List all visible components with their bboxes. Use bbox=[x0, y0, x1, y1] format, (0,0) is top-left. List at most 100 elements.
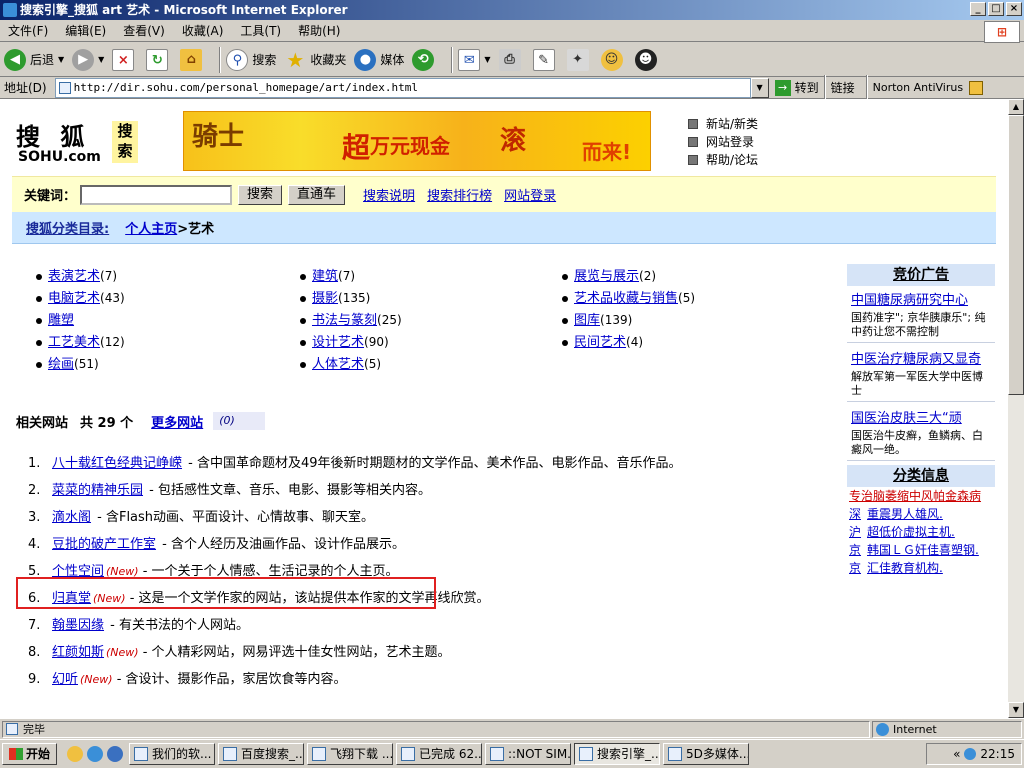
go-button[interactable]: → 转到 bbox=[774, 79, 819, 96]
start-button[interactable]: 开始 bbox=[2, 743, 58, 765]
edit-button[interactable]: ✎ bbox=[532, 46, 559, 74]
minimize-button[interactable]: _ bbox=[970, 2, 986, 16]
top-link-help-forum[interactable]: 帮助/论坛 bbox=[688, 151, 758, 169]
classified-link[interactable]: 汇佳教育机构. bbox=[867, 561, 943, 575]
refresh-button[interactable]: ↻ bbox=[146, 46, 172, 74]
ad-link[interactable]: 中医治疗糖尿病又显奇 bbox=[851, 352, 981, 367]
standard-toolbar: ◀ 后退 ▼ ▶ ▼ × ↻ ⌂ ⚲ 搜索 ★ 收藏夹 ● 媒体 ⟲ ✉ ▼ ⎙ ✎ … bbox=[0, 43, 1024, 77]
taskbar-item[interactable]: 我们的软... bbox=[129, 743, 216, 765]
category-item[interactable]: 民间艺术(4) bbox=[562, 331, 695, 353]
qq-button[interactable]: ☻ bbox=[634, 46, 661, 74]
category-item[interactable]: 摄影(135) bbox=[300, 287, 402, 309]
scroll-up-button[interactable]: ▲ bbox=[1008, 99, 1024, 115]
discuss-icon: ✦ bbox=[566, 48, 589, 71]
category-item[interactable]: 雕塑 bbox=[36, 309, 125, 331]
quick-launch-icon[interactable] bbox=[67, 746, 84, 762]
history-button[interactable]: ⟲ bbox=[412, 46, 438, 74]
site-link[interactable]: 豆批的破产工作室 bbox=[52, 537, 156, 552]
clock[interactable]: 22:15 bbox=[980, 747, 1015, 761]
category-item[interactable]: 图库(139) bbox=[562, 309, 695, 331]
site-link[interactable]: 翰墨因缘 bbox=[52, 618, 104, 633]
quick-launch-ie-icon[interactable] bbox=[87, 746, 104, 762]
top-link-new-sites[interactable]: 新站/新类 bbox=[688, 115, 758, 133]
keyword-input[interactable] bbox=[80, 184, 233, 205]
more-sites-link[interactable]: 更多网站 bbox=[151, 412, 203, 431]
category-item[interactable]: 工艺美术(12) bbox=[36, 331, 125, 353]
search-submit-button[interactable]: 搜索 bbox=[238, 184, 283, 205]
address-dropdown-button[interactable]: ▼ bbox=[750, 77, 769, 98]
breadcrumb-personal-homepage[interactable]: 个人主页 bbox=[125, 218, 177, 237]
address-input[interactable]: http://dir.sohu.com/personal_homepage/ar… bbox=[54, 77, 751, 98]
taskbar-item[interactable]: 飞翔下载 ... bbox=[307, 743, 394, 765]
site-link[interactable]: 滴水阁 bbox=[52, 510, 91, 525]
classified-link[interactable]: 专治脑萎缩中风帕金森病 bbox=[849, 489, 981, 503]
menu-view[interactable]: 查看(V) bbox=[123, 22, 165, 39]
classified-link[interactable]: 韩国ＬＧ奸佳喜塑钢. bbox=[867, 543, 979, 557]
search-ranking-link[interactable]: 搜索排行榜 bbox=[427, 185, 492, 204]
taskbar-item[interactable]: ::NOT SIM... bbox=[485, 743, 572, 765]
norton-antivirus-button[interactable]: Norton AntiVirus bbox=[873, 81, 963, 94]
category-item[interactable]: 电脑艺术(43) bbox=[36, 287, 125, 309]
taskbar-item-active[interactable]: 搜索引擎_... bbox=[574, 743, 661, 765]
scroll-down-button[interactable]: ▼ bbox=[1008, 702, 1024, 718]
tray-app-icon[interactable] bbox=[964, 748, 977, 760]
tray-expand-icon[interactable]: « bbox=[953, 747, 960, 761]
mail-button[interactable]: ✉ ▼ bbox=[458, 46, 491, 74]
classified-link[interactable]: 超低价虚拟主机. bbox=[867, 525, 955, 539]
category-item[interactable]: 展览与展示(2) bbox=[562, 265, 695, 287]
ad-banner[interactable]: 骑士 超 万元现金 滚 而来! bbox=[183, 111, 651, 171]
internet-zone-icon bbox=[876, 722, 889, 736]
top-link-site-register[interactable]: 网站登录 bbox=[688, 133, 758, 151]
menu-help[interactable]: 帮助(H) bbox=[298, 22, 340, 39]
forward-button[interactable]: ▶ ▼ bbox=[72, 46, 104, 74]
site-link[interactable]: 菜菜的精神乐园 bbox=[52, 483, 143, 498]
ad-link[interactable]: 中国糖尿病研究中心 bbox=[851, 293, 968, 308]
ad-link[interactable]: 国医治皮肤三大“顽 bbox=[851, 411, 962, 426]
category-item[interactable]: 艺术品收藏与销售(5) bbox=[562, 287, 695, 309]
site-link[interactable]: 红颜如斯 bbox=[52, 645, 104, 660]
page-done-icon bbox=[6, 722, 18, 735]
site-link[interactable]: 幻听 bbox=[52, 672, 78, 687]
ie-icon bbox=[3, 3, 17, 17]
stop-button[interactable]: × bbox=[112, 46, 138, 74]
discuss-button[interactable]: ✦ bbox=[566, 46, 593, 74]
category-item[interactable]: 设计艺术(90) bbox=[300, 331, 402, 353]
favorites-button[interactable]: ★ 收藏夹 bbox=[284, 46, 346, 74]
taskbar-item[interactable]: 5D多媒体... bbox=[663, 743, 750, 765]
scroll-thumb[interactable] bbox=[1008, 115, 1024, 395]
maximize-button[interactable]: □ bbox=[988, 2, 1004, 16]
menu-tools[interactable]: 工具(T) bbox=[240, 22, 281, 39]
menu-edit[interactable]: 编辑(E) bbox=[65, 22, 106, 39]
search-help-link[interactable]: 搜索说明 bbox=[363, 185, 415, 204]
links-label[interactable]: 链接 bbox=[831, 79, 855, 96]
express-search-button[interactable]: 直通车 bbox=[288, 184, 346, 205]
category-item[interactable]: 书法与篆刻(25) bbox=[300, 309, 402, 331]
messenger-button[interactable]: ☺ bbox=[600, 46, 627, 74]
close-button[interactable]: × bbox=[1006, 2, 1022, 16]
category-item[interactable]: 建筑(7) bbox=[300, 265, 402, 287]
taskbar-item[interactable]: 已完成 62... bbox=[396, 743, 483, 765]
quick-launch-desktop-icon[interactable] bbox=[107, 746, 124, 762]
search-button[interactable]: ⚲ 搜索 bbox=[226, 46, 276, 74]
category-item[interactable]: 表演艺术(7) bbox=[36, 265, 125, 287]
media-button[interactable]: ● 媒体 bbox=[354, 46, 404, 74]
menu-favorites[interactable]: 收藏(A) bbox=[182, 22, 224, 39]
vertical-scrollbar[interactable]: ▲ ▼ bbox=[1008, 99, 1024, 718]
site-register-link[interactable]: 网站登录 bbox=[504, 185, 556, 204]
page-icon bbox=[58, 81, 71, 94]
breadcrumb-label[interactable]: 搜狐分类目录: bbox=[26, 218, 109, 237]
site-link[interactable]: 八十载红色经典记峥嵘 bbox=[52, 456, 182, 471]
norton-icon[interactable] bbox=[969, 80, 984, 95]
taskbar-item[interactable]: 百度搜索_... bbox=[218, 743, 305, 765]
category-column: 建筑(7) 摄影(135) 书法与篆刻(25) 设计艺术(90) 人体艺术(5) bbox=[300, 265, 402, 375]
breadcrumb: 搜狐分类目录: 个人主页 >艺术 bbox=[12, 212, 996, 244]
menu-file[interactable]: 文件(F) bbox=[8, 22, 48, 39]
home-button[interactable]: ⌂ bbox=[180, 46, 206, 74]
category-item[interactable]: 人体艺术(5) bbox=[300, 353, 402, 375]
back-button[interactable]: ◀ 后退 ▼ bbox=[4, 46, 64, 74]
window-titlebar[interactable]: 搜索引擎_搜狐 art 艺术 - Microsoft Internet Expl… bbox=[0, 0, 1024, 20]
classified-link[interactable]: 重震男人雄风. bbox=[867, 507, 943, 521]
sohu-logo[interactable]: 搜 狐 SOHU.com 搜索 bbox=[16, 117, 142, 167]
category-item[interactable]: 绘画(51) bbox=[36, 353, 125, 375]
print-button[interactable]: ⎙ bbox=[498, 46, 525, 74]
